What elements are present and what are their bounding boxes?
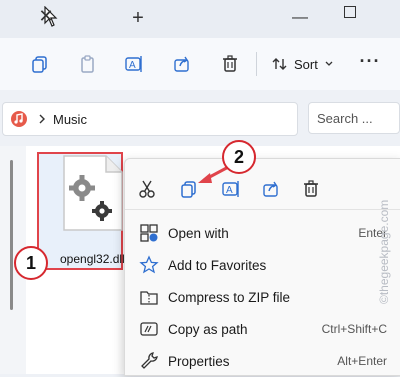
context-menu-actions: A (125, 159, 400, 210)
menu-item-properties[interactable]: Properties Alt+Enter (125, 345, 400, 377)
delete-icon[interactable] (301, 179, 321, 199)
rename-icon[interactable]: A (124, 54, 144, 74)
maximize-button[interactable] (344, 6, 356, 18)
sort-button[interactable]: Sort (272, 53, 334, 75)
context-menu: A Open with Enter Add to Favorites Compr… (124, 158, 400, 376)
svg-text:A: A (129, 60, 136, 71)
chevron-right-icon[interactable] (35, 112, 49, 126)
menu-item-label: Open with (168, 225, 229, 241)
open-with-icon (140, 224, 158, 242)
address-bar[interactable]: Music (2, 102, 298, 136)
share-icon[interactable] (172, 54, 192, 74)
copy-icon[interactable] (30, 54, 50, 74)
minimize-button[interactable]: — (290, 8, 310, 28)
menu-item-copy-as-path[interactable]: Copy as path Ctrl+Shift+C (125, 313, 400, 345)
step-badge-2: 2 (222, 140, 256, 174)
menu-item-label: Add to Favorites (168, 257, 267, 273)
step-badge-1: 1 (14, 246, 48, 280)
address-row: Music Search ... (0, 90, 400, 146)
star-icon (139, 255, 159, 274)
paste-icon[interactable] (78, 54, 98, 74)
delete-icon[interactable] (220, 54, 240, 74)
music-folder-icon (11, 111, 27, 127)
file-name: opengl32.dll (60, 252, 124, 266)
chevron-down-icon (325, 61, 333, 66)
menu-item-label: Copy as path (168, 321, 248, 337)
menu-item-label: Compress to ZIP file (168, 289, 291, 305)
toolbar-separator (256, 52, 257, 76)
cut-icon[interactable] (137, 179, 157, 199)
command-bar: A Sort ··· (0, 38, 400, 91)
breadcrumb-music[interactable]: Music (53, 112, 87, 127)
svg-text:©thegeekpage.com: ©thegeekpage.com (377, 200, 391, 304)
menu-item-compress-zip[interactable]: Compress to ZIP file (125, 281, 400, 313)
wrench-icon (141, 352, 158, 369)
close-tab-icon[interactable]: ✕ (36, 6, 56, 26)
menu-item-label: Properties (168, 353, 230, 369)
zip-folder-icon (140, 291, 158, 305)
watermark: ©thegeekpage.com (377, 200, 391, 304)
scrollbar[interactable] (10, 160, 13, 310)
search-placeholder: Search ... (317, 110, 373, 126)
new-tab-button[interactable]: + (128, 8, 148, 28)
menu-item-open-with[interactable]: Open with Enter (125, 217, 400, 249)
copy-path-icon (140, 322, 158, 336)
dll-file-icon (63, 155, 123, 231)
sort-label: Sort (294, 56, 318, 72)
sort-arrows-icon (272, 58, 287, 70)
menu-item-add-to-favorites[interactable]: Add to Favorites (125, 249, 400, 281)
title-bar (0, 0, 400, 38)
share-icon[interactable] (261, 179, 281, 199)
more-options-button[interactable]: ··· (358, 52, 382, 74)
